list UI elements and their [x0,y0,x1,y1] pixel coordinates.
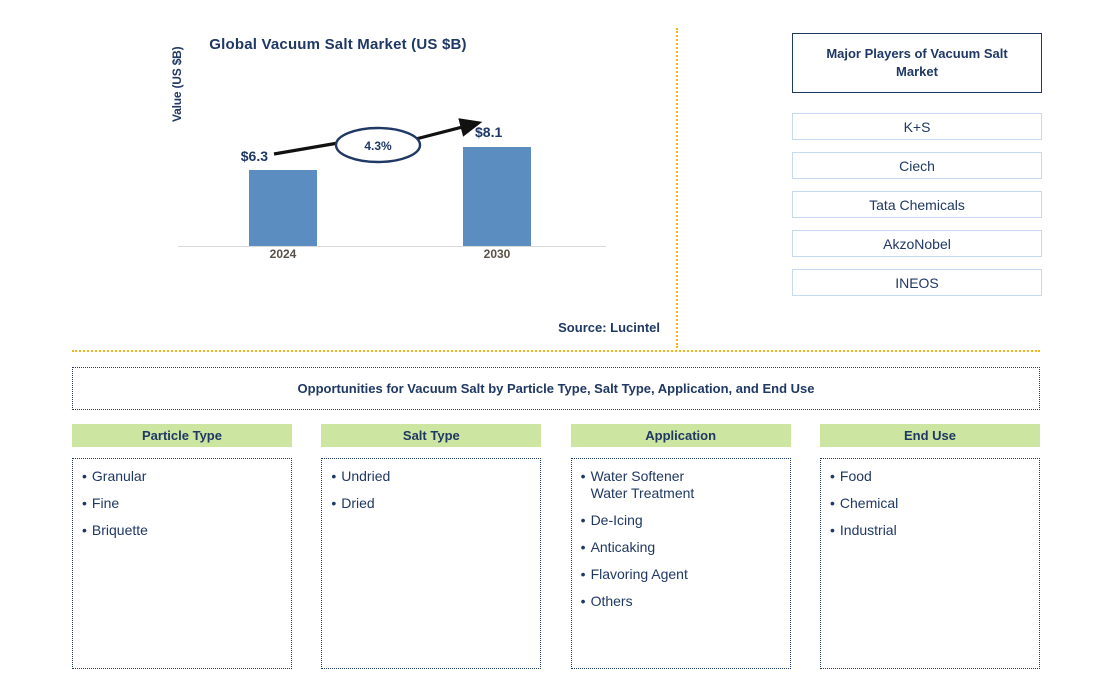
horizontal-divider [72,350,1040,352]
list-item-label: Dried [341,495,375,512]
list-item: • Fine [82,495,281,512]
tick-label-2024: 2024 [269,247,297,261]
tick-label-2030: 2030 [483,247,511,261]
player-item-k-s: K+S [792,113,1042,140]
bullet-icon: • [580,512,586,529]
list-item-line-1: Water Softener [590,468,685,484]
list-item-label: Food [839,468,872,484]
segment-body-application: • Water Softener Water Treatment • De-Ic… [570,458,791,669]
cagr-label: 4.3% [364,139,392,153]
segment-body-particle-type: • Granular • Fine • Briquette [72,458,292,669]
player-item-ciech: Ciech [792,152,1042,179]
player-item-akzonobel: AkzoNobel [792,230,1042,257]
major-players-panel: Major Players of Vacuum Salt Market K+S … [792,33,1042,296]
segment-body-salt-type: • Undried • Dried [321,458,542,669]
bullet-icon: • [829,468,835,484]
bullet-icon: • [829,522,835,539]
bullet-icon: • [580,566,586,583]
bar-value-2030: $8.1 [475,124,503,140]
chart-plot-area: Value (US $B) $6.3 $8.1 2024 2030 4.3% [170,47,606,261]
list-item: • Chemical [830,495,1029,512]
bar-2030 [463,147,531,246]
list-item: • Dried [331,495,530,512]
segment-column-end-use: End Use • Food • Chemical • Industrial [819,424,1040,669]
list-item-line-2: Water Treatment [590,485,695,502]
bullet-icon: • [829,495,835,512]
major-players-header: Major Players of Vacuum Salt Market [792,33,1042,93]
bullet-icon: • [82,495,87,512]
bullet-icon: • [331,468,337,484]
segment-column-particle-type: Particle Type • Granular • Fine • Brique… [72,424,292,669]
bullet-icon: • [82,468,87,484]
bullet-icon: • [580,468,586,484]
player-item-ineos: INEOS [792,269,1042,296]
list-item-label: Briquette [91,522,148,539]
list-item: • De-Icing [581,512,780,529]
bullet-icon: • [580,593,586,610]
market-chart-panel: Global Vacuum Salt Market (US $B) Value … [0,0,676,350]
list-item: • Flavoring Agent [581,566,780,583]
list-item-label: Fine [91,495,120,512]
list-item-label: De-Icing [590,512,643,529]
list-item: • Others [581,593,780,610]
bullet-icon: • [580,539,586,556]
segment-columns: Particle Type • Granular • Fine • Brique… [72,424,1040,669]
cagr-arrow-icon [273,118,483,164]
bar-value-2024: $6.3 [240,148,268,164]
list-item: • Food [830,468,1029,485]
list-item: • Granular [82,468,281,485]
segment-column-salt-type: Salt Type • Undried • Dried [321,424,542,669]
list-item: • Undried [331,468,530,485]
player-item-tata-chemicals: Tata Chemicals [792,191,1042,218]
list-item-label: Undried [341,468,391,484]
bar-2024 [249,170,317,246]
segment-header-application: Application [570,424,791,447]
list-item: • Briquette [82,522,281,539]
segment-body-end-use: • Food • Chemical • Industrial [819,458,1040,669]
chart-title: Global Vacuum Salt Market (US $B) [209,36,467,53]
source-label: Source: Lucintel [558,320,660,335]
list-item-label: Others [590,593,633,610]
list-item: • Water Softener Water Treatment [581,468,780,502]
bullet-icon: • [82,522,87,539]
list-item: • Industrial [830,522,1029,539]
list-item-label: Flavoring Agent [590,566,688,583]
segment-column-application: Application • Water Softener Water Treat… [570,424,791,669]
list-item-label: Industrial [839,522,897,539]
list-item-label: Chemical [839,495,899,512]
opportunities-banner: Opportunities for Vacuum Salt by Particl… [72,367,1040,410]
y-axis-label: Value (US $B) [170,46,184,122]
vertical-divider [676,28,678,348]
list-item-label: Water Softener Water Treatment [591,468,780,502]
list-item: • Anticaking [581,539,780,556]
segment-header-particle-type: Particle Type [72,424,292,447]
bullet-icon: • [331,495,337,512]
list-item-label: Granular [91,468,147,484]
segment-header-end-use: End Use [819,424,1040,447]
x-axis-line [178,246,606,247]
segment-header-salt-type: Salt Type [321,424,542,447]
list-item-label: Anticaking [590,539,656,556]
